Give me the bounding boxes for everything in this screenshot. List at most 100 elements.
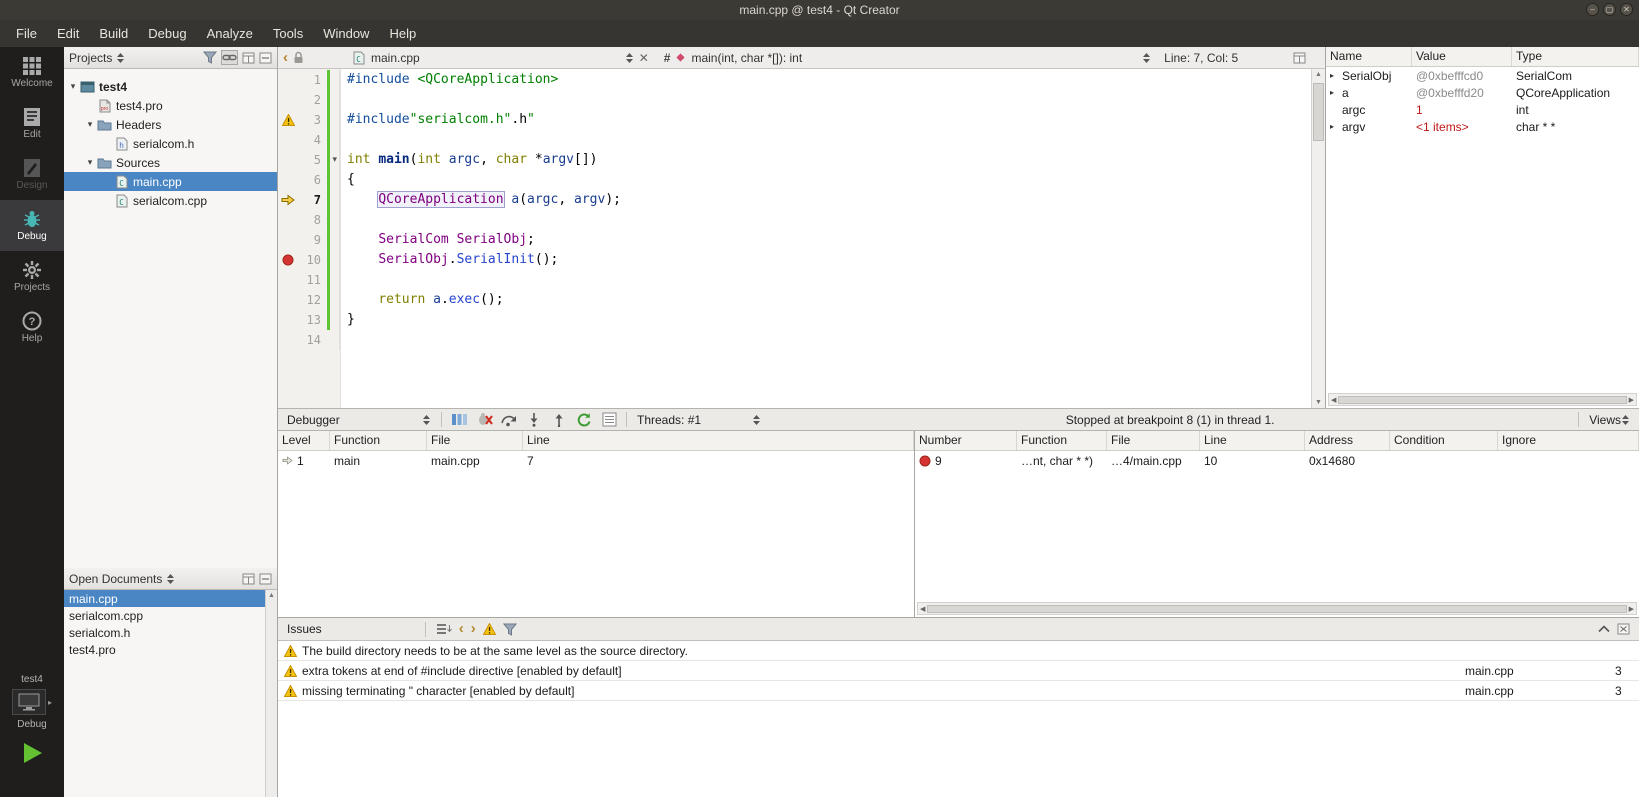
step-over-button[interactable] — [498, 410, 520, 429]
locals-horizontal-scrollbar[interactable]: ◀ ▶ — [1328, 393, 1637, 406]
menu-window[interactable]: Window — [313, 22, 379, 45]
line-number[interactable]: 12 — [298, 290, 324, 310]
maximize-button[interactable]: ▢ — [1603, 3, 1616, 16]
expand-icon[interactable]: ▸ — [1330, 122, 1339, 131]
breakpoints-column-function[interactable]: Function — [1017, 431, 1107, 450]
locals-column-value[interactable]: Value — [1412, 47, 1512, 66]
line-number[interactable]: 4 — [298, 130, 324, 150]
step-out-button[interactable] — [548, 410, 570, 429]
line-number[interactable]: 2 — [298, 90, 324, 110]
breakpoints-column-line[interactable]: Line — [1200, 431, 1305, 450]
code-text[interactable]: #include <QCoreApplication> — [340, 70, 1311, 90]
menu-edit[interactable]: Edit — [47, 22, 89, 45]
close-button[interactable]: ✕ — [1620, 3, 1633, 16]
line-number[interactable]: 13 — [298, 310, 324, 330]
line-number[interactable]: 11 — [298, 270, 324, 290]
filter-warnings-icon[interactable] — [482, 623, 496, 635]
scrollbar-thumb[interactable] — [1338, 395, 1627, 404]
issue-row[interactable]: The build directory needs to be at the s… — [278, 641, 1639, 661]
locals-row-a[interactable]: ▸ a @0xbefffd20 QCoreApplication — [1326, 84, 1639, 101]
line-number[interactable]: 7 — [298, 190, 324, 210]
scroll-up-icon[interactable]: ▲ — [1312, 71, 1325, 78]
split-panel-icon[interactable] — [242, 52, 255, 64]
stack-column-level[interactable]: Level — [278, 431, 330, 450]
locals-row-argc[interactable]: argc 1 int — [1326, 101, 1639, 118]
split-editor-icon[interactable] — [1293, 52, 1306, 64]
projects-panel-title[interactable]: Projects — [69, 51, 112, 65]
line-number[interactable]: 3 — [298, 110, 324, 130]
symbols-hash-icon[interactable]: # — [664, 51, 671, 65]
menu-build[interactable]: Build — [89, 22, 138, 45]
stack-column-line[interactable]: Line — [523, 431, 914, 450]
breakpoints-horizontal-scrollbar[interactable]: ◀ ▶ — [917, 602, 1637, 615]
document-selector[interactable]: main.cpp — [371, 51, 420, 65]
views-selector[interactable]: Views — [1585, 409, 1634, 430]
scroll-right-icon[interactable]: ▶ — [1629, 396, 1634, 404]
scroll-right-icon[interactable]: ▶ — [1629, 605, 1634, 613]
stack-column-file[interactable]: File — [427, 431, 523, 450]
tree-item-serialcom-h[interactable]: h serialcom.h — [64, 134, 277, 153]
breakpoints-column-number[interactable]: Number — [915, 431, 1017, 450]
line-number[interactable]: 5 — [298, 150, 324, 170]
debug-views-button[interactable] — [448, 410, 470, 429]
previous-issue-icon[interactable]: ‹ — [459, 621, 464, 636]
close-document-icon[interactable]: ✕ — [639, 51, 649, 65]
symbol-selector[interactable]: main(int, char *[]): int — [691, 51, 802, 65]
expand-panel-icon[interactable] — [1598, 625, 1610, 633]
breakpoints-column-condition[interactable]: Condition — [1390, 431, 1498, 450]
tree-item-test4-pro[interactable]: pro test4.pro — [64, 96, 277, 115]
breakpoint-row[interactable]: 9 …nt, char * *) …4/main.cpp 10 0x14680 — [915, 451, 1639, 470]
code-text[interactable] — [340, 330, 1311, 350]
filter-icon[interactable] — [203, 51, 217, 64]
breakpoints-column-address[interactable]: Address — [1305, 431, 1390, 450]
mode-projects[interactable]: Projects — [0, 251, 64, 302]
open-document-serialcom-h[interactable]: serialcom.h — [64, 624, 277, 641]
line-number[interactable]: 6 — [298, 170, 324, 190]
exit-debugger-button[interactable] — [473, 410, 495, 429]
code-text[interactable]: { — [340, 170, 1311, 190]
code-text[interactable]: SerialObj.SerialInit(); — [340, 250, 1311, 270]
scroll-left-icon[interactable]: ◀ — [1331, 396, 1336, 404]
code-text[interactable]: #include"serialcom.h".h" — [340, 110, 1311, 130]
mode-debug[interactable]: Debug — [0, 200, 64, 251]
menu-tools[interactable]: Tools — [263, 22, 313, 45]
minimize-button[interactable]: – — [1586, 3, 1599, 16]
document-selector-updown-icon[interactable] — [625, 52, 634, 64]
menu-debug[interactable]: Debug — [138, 22, 196, 45]
split-panel-icon[interactable] — [242, 573, 255, 585]
tree-item-sources[interactable]: ▾ Sources — [64, 153, 277, 172]
line-number[interactable]: 9 — [298, 230, 324, 250]
locals-column-name[interactable]: Name — [1326, 47, 1412, 66]
threads-selector[interactable]: Threads: #1 — [633, 409, 765, 430]
kit-selector-button[interactable]: ▸ — [11, 689, 52, 715]
tree-item-main-cpp[interactable]: Cmain.cpp — [64, 172, 277, 191]
scroll-down-icon[interactable]: ▼ — [1312, 399, 1325, 406]
debugger-engine-selector[interactable]: Debugger — [283, 409, 435, 430]
breakpoints-column-file[interactable]: File — [1107, 431, 1200, 450]
twisty-icon[interactable]: ▾ — [84, 119, 96, 130]
mode-welcome[interactable]: Welcome — [0, 47, 64, 98]
panel-selector-updown-icon[interactable] — [166, 573, 175, 585]
mode-help[interactable]: ? Help — [0, 302, 64, 353]
open-documents-scrollbar[interactable]: ▲ — [265, 590, 277, 797]
code-text[interactable] — [340, 210, 1311, 230]
menu-file[interactable]: File — [6, 22, 47, 45]
locals-row-serialobj[interactable]: ▸ SerialObj @0xbefffcd0 SerialCom — [1326, 67, 1639, 84]
code-text[interactable] — [340, 130, 1311, 150]
menu-analyze[interactable]: Analyze — [197, 22, 263, 45]
menu-help[interactable]: Help — [379, 22, 426, 45]
close-panel-icon[interactable] — [1617, 623, 1630, 635]
locals-column-type[interactable]: Type — [1512, 47, 1639, 66]
scrollbar-thumb[interactable] — [1313, 83, 1324, 141]
mode-edit[interactable]: Edit — [0, 98, 64, 149]
panel-selector-updown-icon[interactable] — [116, 52, 125, 64]
step-into-button[interactable] — [523, 410, 545, 429]
twisty-icon[interactable]: ▾ — [67, 81, 79, 92]
code-text[interactable]: int main(int argc, char *argv[]) — [340, 150, 1311, 170]
sort-category-icon[interactable] — [436, 622, 452, 636]
stack-column-function[interactable]: Function — [330, 431, 427, 450]
expand-icon[interactable]: ▸ — [1330, 71, 1339, 80]
close-panel-icon[interactable] — [259, 52, 272, 64]
code-text[interactable] — [340, 90, 1311, 110]
close-panel-icon[interactable] — [259, 573, 272, 585]
